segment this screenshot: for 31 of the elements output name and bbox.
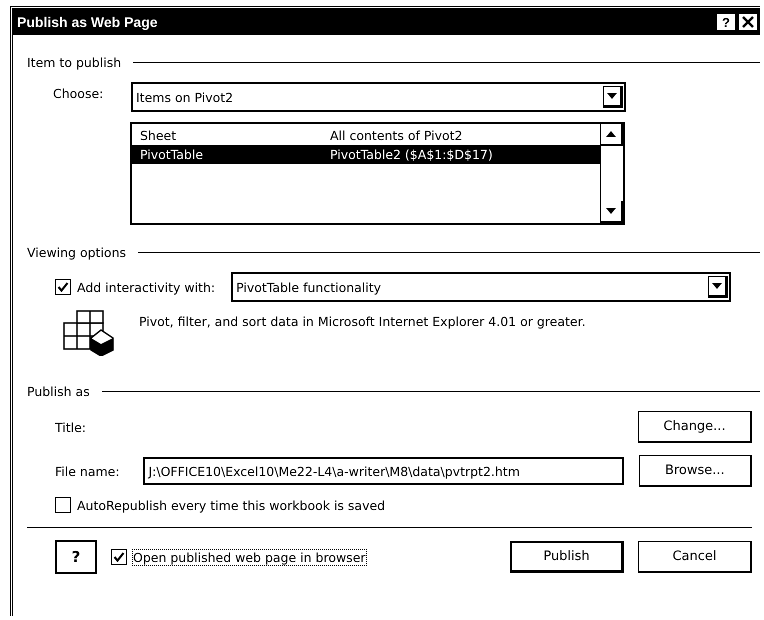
title-label: Title: xyxy=(55,420,86,434)
file-name-label: File name: xyxy=(55,464,121,478)
section-heading: Viewing options xyxy=(27,245,126,260)
scrollbar[interactable] xyxy=(600,124,623,223)
autorepublish-checkbox[interactable]: AutoRepublish every time this workbook is saved xyxy=(55,497,386,513)
help-button[interactable]: ? xyxy=(55,540,97,574)
publish-button[interactable]: Publish xyxy=(510,541,624,573)
dropdown-arrow-icon xyxy=(607,93,617,99)
scroll-down-icon xyxy=(606,208,616,214)
scroll-up-icon xyxy=(606,131,616,137)
list-item[interactable]: Sheet All contents of Pivot2 xyxy=(132,126,600,145)
pivot-grid-icon xyxy=(63,310,117,356)
interactivity-checkbox[interactable]: Add interactivity with: xyxy=(55,279,216,295)
choose-label: Choose: xyxy=(53,85,104,101)
change-button[interactable]: Change... xyxy=(638,411,752,443)
cancel-button[interactable]: Cancel xyxy=(638,541,752,573)
section-heading: Publish as xyxy=(27,384,90,399)
section-heading: Item to publish xyxy=(27,55,122,70)
open-in-browser-checkbox[interactable]: Open published web page in browser xyxy=(111,549,366,565)
check-icon xyxy=(113,551,125,563)
browse-button[interactable]: Browse... xyxy=(638,455,752,487)
dropdown-arrow-icon xyxy=(712,283,722,289)
interactivity-dropdown[interactable]: PivotTable functionality xyxy=(231,272,732,302)
check-icon xyxy=(57,281,69,293)
window-title: Publish as Web Page xyxy=(17,14,158,30)
file-name-field[interactable]: J:\OFFICE10\Excel10\Me22-L4\a-writer\M8\data\pvtrpt2.htm xyxy=(143,457,624,485)
close-button[interactable] xyxy=(738,13,758,31)
choose-dropdown[interactable]: Items on Pivot2 xyxy=(131,82,626,112)
description-text: Pivot, filter, and sort data in Microsoft Internet Explorer 4.01 or greater. xyxy=(139,313,586,329)
help-button[interactable]: ? xyxy=(716,13,736,31)
list-item[interactable]: PivotTable PivotTable2 ($A$1:$D$17) xyxy=(132,145,600,164)
